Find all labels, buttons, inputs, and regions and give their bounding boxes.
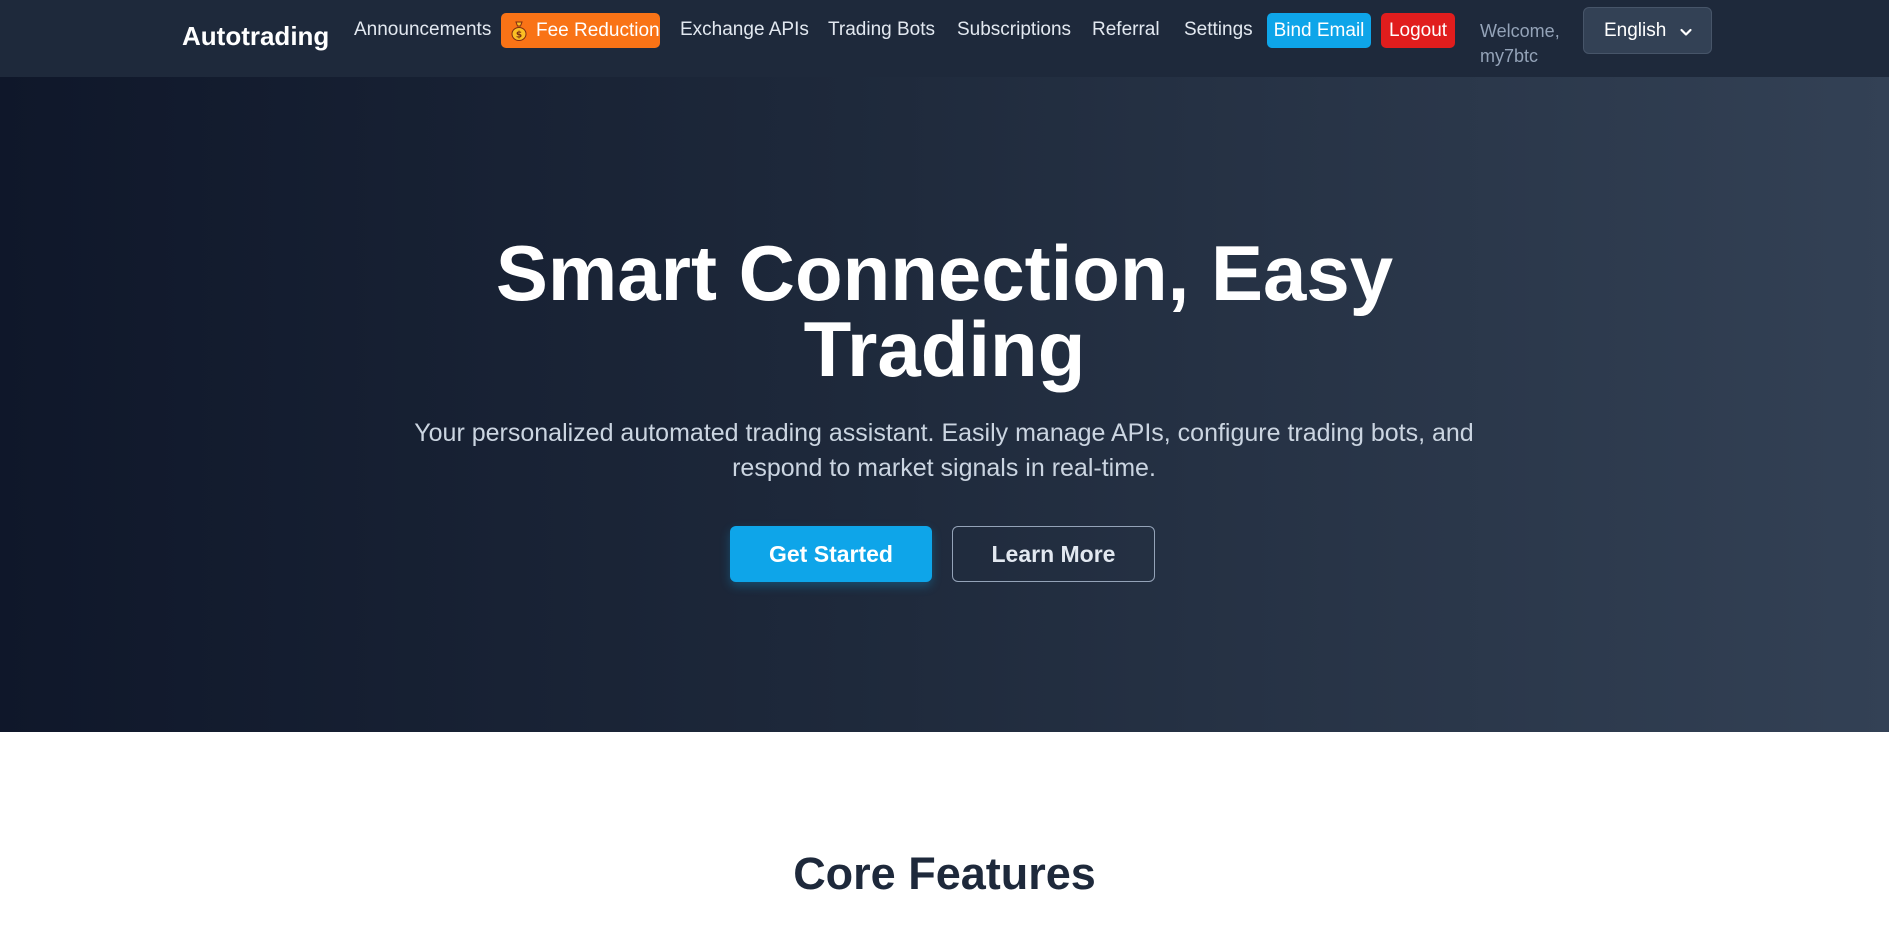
hero-title-line-1: Smart Connection, Easy <box>495 229 1394 317</box>
nav-link-exchange-apis[interactable]: Exchange APIs <box>680 19 809 41</box>
nav-link-referral[interactable]: Referral <box>1092 19 1160 41</box>
svg-text:$: $ <box>516 30 522 40</box>
money-bag-icon: $ <box>511 21 527 41</box>
welcome-message: Welcome, my7btc <box>1480 19 1575 69</box>
hero-section: Smart Connection, Easy Trading Your pers… <box>0 77 1889 732</box>
nav-link-subscriptions[interactable]: Subscriptions <box>957 19 1071 41</box>
top-navbar: Autotrading Announcements $ Fee Reductio… <box>0 0 1889 77</box>
username: my7btc <box>1480 46 1539 66</box>
hero-title-line-2: Trading <box>803 305 1086 393</box>
nav-link-announcements[interactable]: Announcements <box>354 19 491 41</box>
brand-logo[interactable]: Autotrading <box>182 21 329 52</box>
nav-link-settings[interactable]: Settings <box>1184 19 1253 41</box>
chevron-down-icon <box>1679 23 1693 45</box>
language-select[interactable]: English <box>1583 7 1712 54</box>
core-features-heading: Core Features <box>793 848 1096 899</box>
fee-reduction-button[interactable]: $ Fee Reduction <box>501 13 660 48</box>
hero-title: Smart Connection, Easy Trading <box>0 229 1889 393</box>
bind-email-button[interactable]: Bind Email <box>1267 13 1371 48</box>
logout-button[interactable]: Logout <box>1381 13 1455 48</box>
fee-reduction-label: Fee Reduction <box>536 19 660 41</box>
learn-more-button[interactable]: Learn More <box>952 526 1155 582</box>
nav-link-trading-bots[interactable]: Trading Bots <box>828 19 935 41</box>
get-started-button[interactable]: Get Started <box>730 526 932 582</box>
language-selected: English <box>1604 19 1667 41</box>
welcome-label: Welcome, <box>1480 21 1560 41</box>
hero-subtitle: Your personalized automated trading assi… <box>414 419 1474 482</box>
